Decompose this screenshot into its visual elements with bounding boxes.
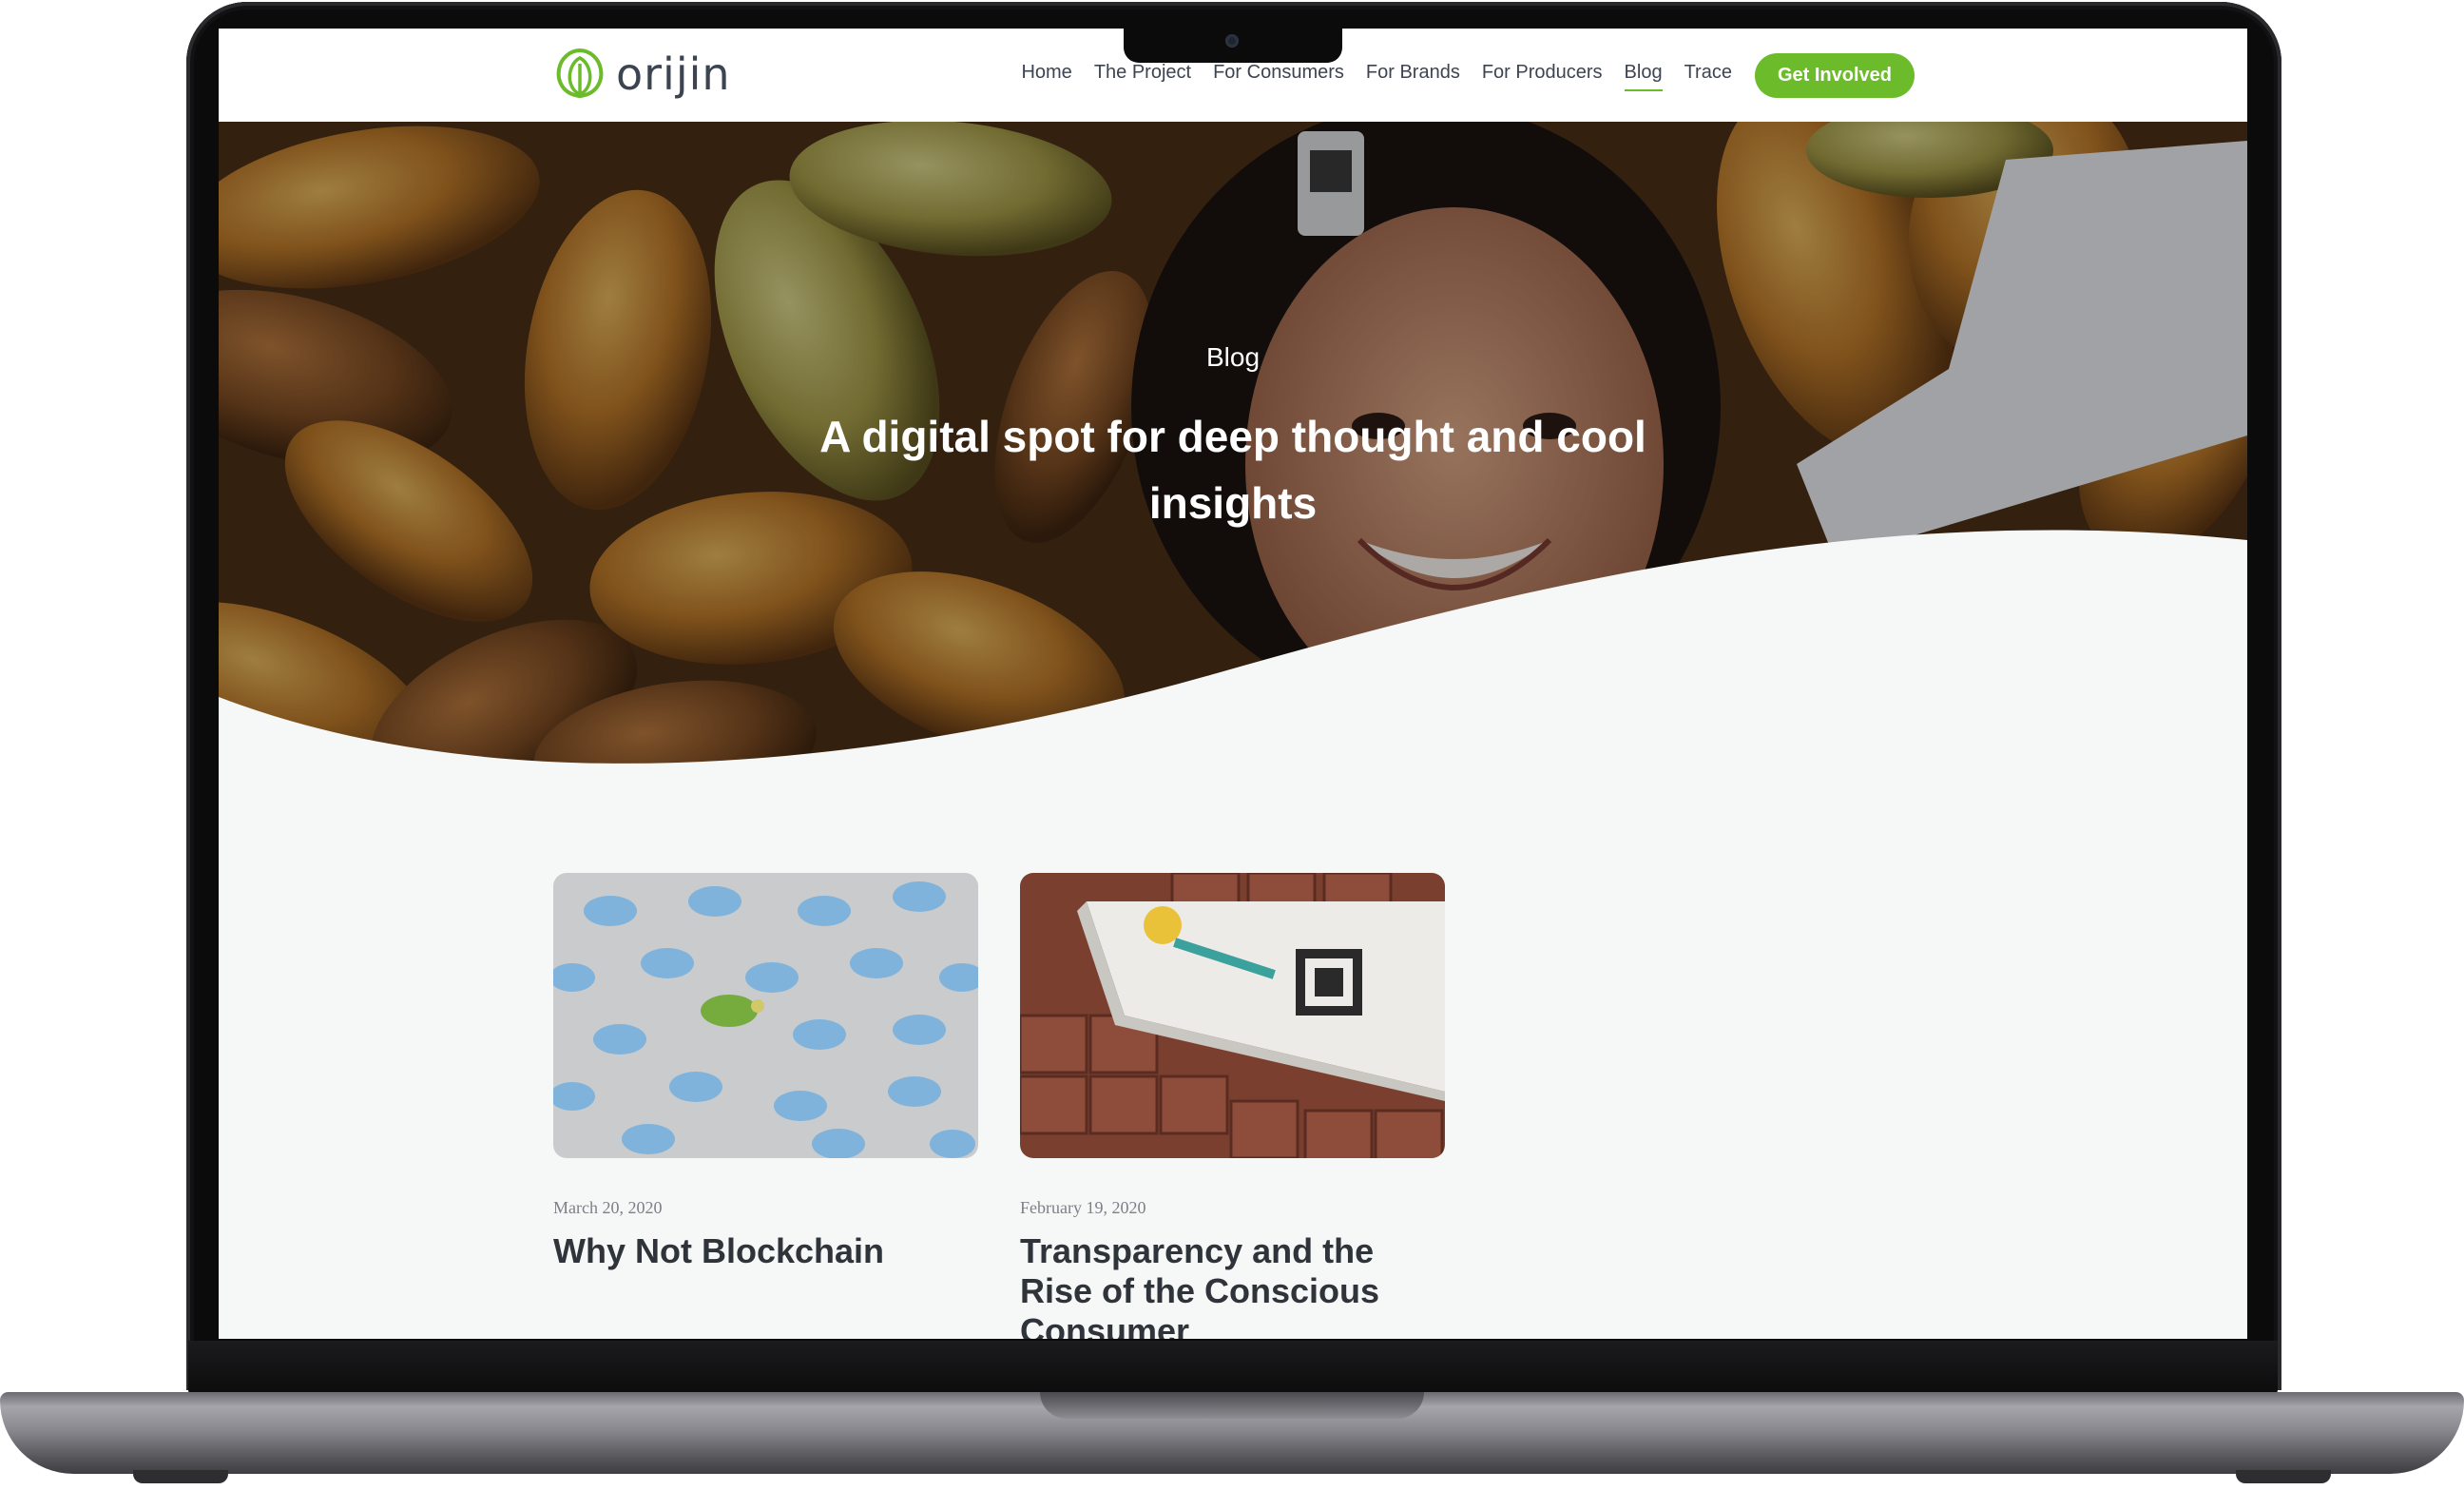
- laptop-foot-left: [133, 1470, 228, 1483]
- laptop-chin: [188, 1341, 2278, 1394]
- post-title[interactable]: Transparency and the Rise of the Conscio…: [1020, 1231, 1445, 1339]
- sheep-pattern-image: [553, 873, 978, 1158]
- orijin-logo-icon: [553, 47, 606, 102]
- nav-home[interactable]: Home: [1021, 62, 1071, 89]
- laptop-foot-right: [2236, 1470, 2331, 1483]
- post-date: February 19, 2020: [1020, 1198, 1146, 1217]
- post-date: March 20, 2020: [553, 1198, 663, 1217]
- nav-trace[interactable]: Trace: [1684, 62, 1732, 89]
- post-thumbnail[interactable]: [553, 873, 978, 1158]
- hero-section: Blog A digital spot for deep thought and…: [219, 122, 2247, 787]
- get-involved-button[interactable]: Get Involved: [1754, 53, 1915, 98]
- nav-for-consumers[interactable]: For Consumers: [1213, 62, 1344, 89]
- logo[interactable]: orijin: [553, 44, 731, 105]
- blog-post-card[interactable]: February 19, 2020 Transparency and the R…: [1020, 873, 1445, 1339]
- hero-wave-divider: [219, 530, 2247, 787]
- blog-post-card[interactable]: March 20, 2020 Why Not Blockchain: [553, 873, 978, 1339]
- nav-for-producers[interactable]: For Producers: [1482, 62, 1603, 89]
- nav-for-brands[interactable]: For Brands: [1366, 62, 1460, 89]
- logo-text: orijin: [616, 48, 731, 100]
- chocolate-bar-image: [1020, 873, 1445, 1158]
- post-title[interactable]: Why Not Blockchain: [553, 1231, 978, 1271]
- nav-the-project[interactable]: The Project: [1094, 62, 1191, 89]
- blog-post-grid: March 20, 2020 Why Not Blockchain Februa…: [553, 873, 1445, 1339]
- post-thumbnail[interactable]: [1020, 873, 1445, 1158]
- camera-icon: [1225, 34, 1239, 48]
- laptop-base-notch: [1040, 1392, 1424, 1419]
- nav-blog[interactable]: Blog: [1624, 62, 1663, 91]
- screen: Blog A digital spot for deep thought and…: [219, 29, 2247, 1339]
